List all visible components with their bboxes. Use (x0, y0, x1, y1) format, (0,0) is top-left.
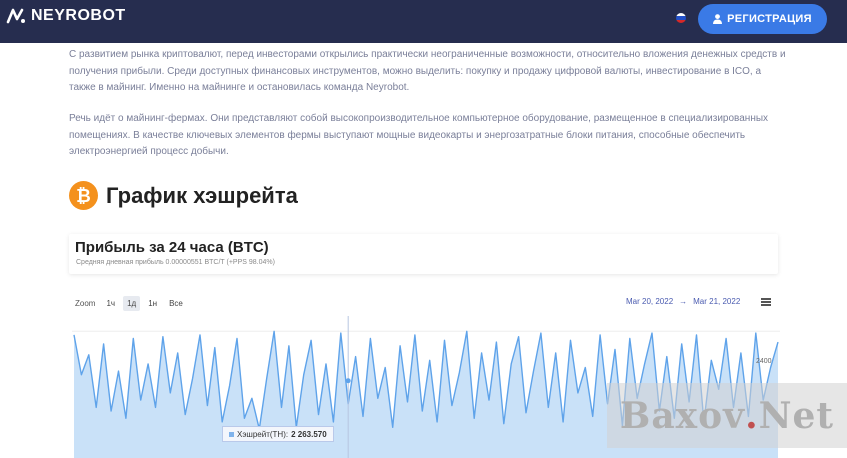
profit-card: Прибыль за 24 часа (BTC) Средняя дневная… (69, 234, 778, 274)
zoom-1d-button[interactable]: 1д (123, 296, 141, 311)
section-title: График хэшрейта (106, 182, 298, 208)
date-to[interactable]: Mar 21, 2022 (693, 297, 740, 306)
series-marker (229, 431, 234, 437)
date-range: Mar 20, 2022 → Mar 21, 2022 (626, 297, 740, 306)
card-title: Прибыль за 24 часа (BTC) (75, 239, 269, 256)
article-paragraph: С развитием рынка криптовалют, перед инв… (69, 49, 786, 93)
hamburger-menu-icon[interactable] (761, 298, 771, 306)
watermark-text: Baxov (619, 394, 746, 437)
register-button[interactable]: РЕГИСТРАЦИЯ (698, 4, 827, 34)
top-navigation-bar: NEYROBOT РЕГИСТРАЦИЯ (0, 0, 847, 43)
bitcoin-icon: ₿ (69, 181, 98, 210)
brand-logo[interactable]: NEYROBOT (6, 7, 126, 25)
date-arrow: → (679, 297, 688, 306)
user-icon (713, 14, 723, 24)
zoom-1w-button[interactable]: 1н (144, 296, 161, 311)
section-heading: ₿ График хэшрейта (69, 181, 298, 210)
zoom-all-button[interactable]: Все (165, 296, 187, 311)
zoom-label: Zoom (75, 299, 96, 308)
article-paragraph: Речь идёт о майнинг-фермах. Они представ… (69, 113, 769, 157)
flag-stripe-red (676, 19, 686, 23)
menu-bar (761, 304, 771, 306)
chart-tooltip: Хэшрейт(TH): 2 263.570 (222, 426, 334, 442)
zoom-controls: Zoom 1ч 1д 1н Все (75, 296, 187, 311)
svg-text:₿: ₿ (76, 186, 91, 207)
tooltip-value: 2 263.570 (291, 429, 327, 439)
watermark-text-end: Net (758, 394, 835, 437)
brand-name: NEYROBOT (31, 7, 126, 24)
zoom-1h-button[interactable]: 1ч (102, 296, 119, 311)
menu-bar (761, 298, 771, 300)
hover-point (345, 378, 351, 384)
menu-bar (761, 301, 771, 303)
date-from[interactable]: Mar 20, 2022 (626, 297, 673, 306)
watermark-dot: . (745, 394, 759, 437)
y-tick-label: 2400 (756, 358, 772, 365)
tooltip-series: Хэшрейт(TH): (237, 429, 289, 439)
russian-flag-icon[interactable] (676, 13, 686, 23)
watermark-logo: Baxov. Net (607, 383, 847, 448)
card-subtitle: Средняя дневная прибыль 0.00000551 BTC/T… (76, 259, 275, 266)
register-label: РЕГИСТРАЦИЯ (727, 13, 812, 25)
neyrobot-logo-icon (6, 8, 25, 24)
